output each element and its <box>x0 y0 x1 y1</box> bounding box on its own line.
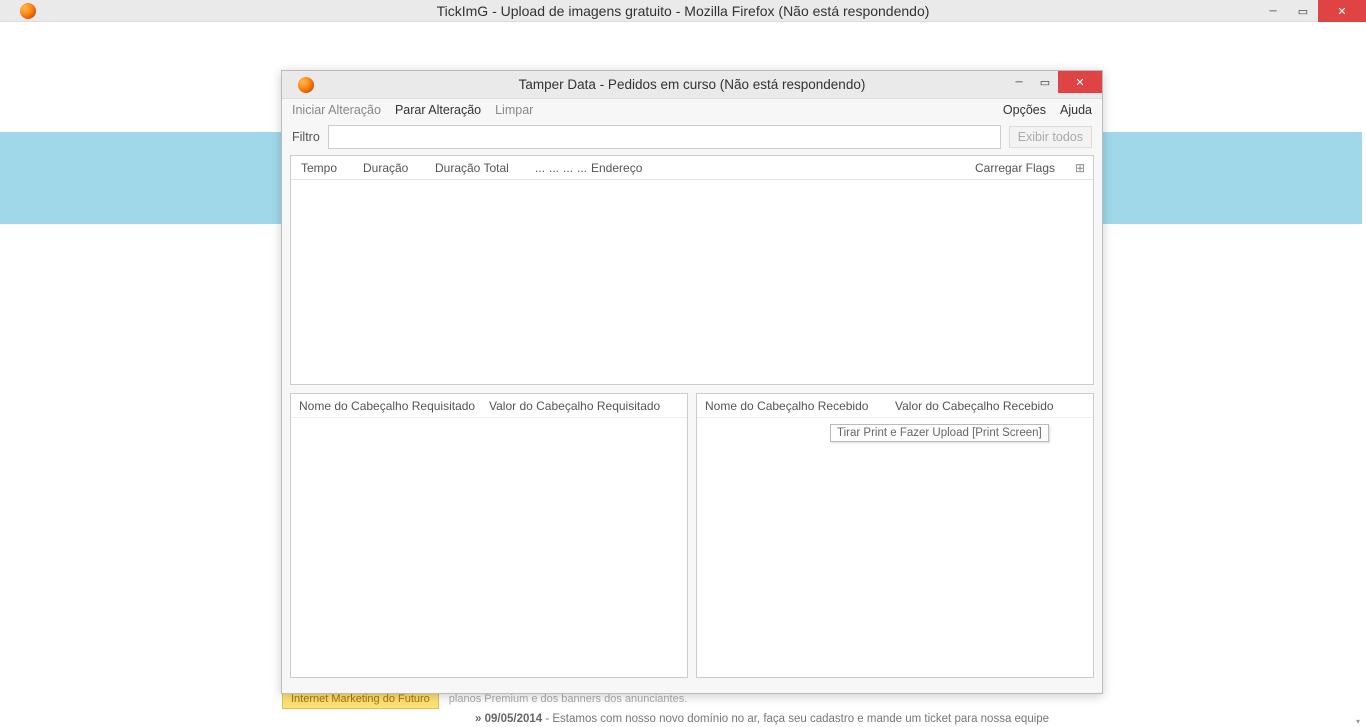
page-text-fragment: planos Premium e dos banners dos anuncia… <box>449 693 687 705</box>
filter-row: Filtro Exibir todos <box>282 121 1102 153</box>
dialog-maximize-button[interactable] <box>1032 71 1058 93</box>
col-dots-4[interactable]: ... <box>571 161 585 175</box>
firefox-icon <box>298 77 314 93</box>
col-res-header-value[interactable]: Valor do Cabeçalho Recebido <box>889 399 1091 413</box>
screenshot-tooltip: Tirar Print e Fazer Upload [Print Screen… <box>830 424 1049 442</box>
dialog-window-controls <box>1006 71 1102 93</box>
col-res-header-name[interactable]: Nome do Cabeçalho Recebido <box>699 399 889 413</box>
menu-start-tamper[interactable]: Iniciar Alteração <box>292 103 381 117</box>
menu-stop-tamper[interactable]: Parar Alteração <box>395 103 481 117</box>
main-window-title: TickImG - Upload de imagens gratuito - M… <box>0 3 1366 19</box>
tamper-data-dialog: Tamper Data - Pedidos em curso (Não está… <box>281 70 1103 694</box>
scroll-down-icon[interactable]: ▾ <box>1356 717 1366 727</box>
show-all-button[interactable]: Exibir todos <box>1009 126 1092 148</box>
dialog-menubar: Iniciar Alteração Parar Alteração Limpar… <box>282 99 1102 121</box>
dialog-body: Iniciar Alteração Parar Alteração Limpar… <box>282 99 1102 678</box>
minimize-button[interactable] <box>1258 0 1288 22</box>
col-dots-1[interactable]: ... <box>529 161 543 175</box>
col-duracao[interactable]: Duração <box>357 161 429 175</box>
request-headers-panel: Nome do Cabeçalho Requisitado Valor do C… <box>290 393 688 678</box>
request-table-header: Tempo Duração Duração Total ... ... ... … <box>291 156 1093 180</box>
menu-options[interactable]: Opções <box>1003 103 1046 117</box>
news-text: - Estamos com nosso novo domínio no ar, … <box>542 713 1049 725</box>
main-window-titlebar: TickImG - Upload de imagens gratuito - M… <box>0 0 1366 22</box>
col-req-header-name[interactable]: Nome do Cabeçalho Requisitado <box>293 399 483 413</box>
col-duracao-total[interactable]: Duração Total <box>429 161 529 175</box>
maximize-button[interactable] <box>1288 0 1318 22</box>
request-headers-header: Nome do Cabeçalho Requisitado Valor do C… <box>291 394 687 418</box>
col-dots-3[interactable]: ... <box>557 161 571 175</box>
response-headers-header: Nome do Cabeçalho Recebido Valor do Cabe… <box>697 394 1093 418</box>
filter-label: Filtro <box>292 130 320 144</box>
dialog-close-button[interactable] <box>1058 71 1102 93</box>
page-news-fragment: » 09/05/2014 - Estamos com nosso novo do… <box>475 713 1049 725</box>
close-button[interactable] <box>1318 0 1366 22</box>
col-endereco[interactable]: Endereço <box>585 161 969 175</box>
menu-help[interactable]: Ajuda <box>1060 103 1092 117</box>
dialog-titlebar: Tamper Data - Pedidos em curso (Não está… <box>282 71 1102 99</box>
request-table: Tempo Duração Duração Total ... ... ... … <box>290 155 1094 385</box>
filter-input[interactable] <box>328 125 1001 149</box>
firefox-icon <box>20 3 36 19</box>
col-tempo[interactable]: Tempo <box>295 161 357 175</box>
news-date: » 09/05/2014 <box>475 713 542 725</box>
menu-clear[interactable]: Limpar <box>495 103 533 117</box>
col-dots-2[interactable]: ... <box>543 161 557 175</box>
column-picker-icon[interactable]: ⊞ <box>1069 161 1089 175</box>
col-flags[interactable]: Carregar Flags <box>969 161 1069 175</box>
dialog-title: Tamper Data - Pedidos em curso (Não está… <box>282 77 1102 92</box>
dialog-minimize-button[interactable] <box>1006 71 1032 93</box>
main-window-controls <box>1258 0 1366 22</box>
col-req-header-value[interactable]: Valor do Cabeçalho Requisitado <box>483 399 685 413</box>
